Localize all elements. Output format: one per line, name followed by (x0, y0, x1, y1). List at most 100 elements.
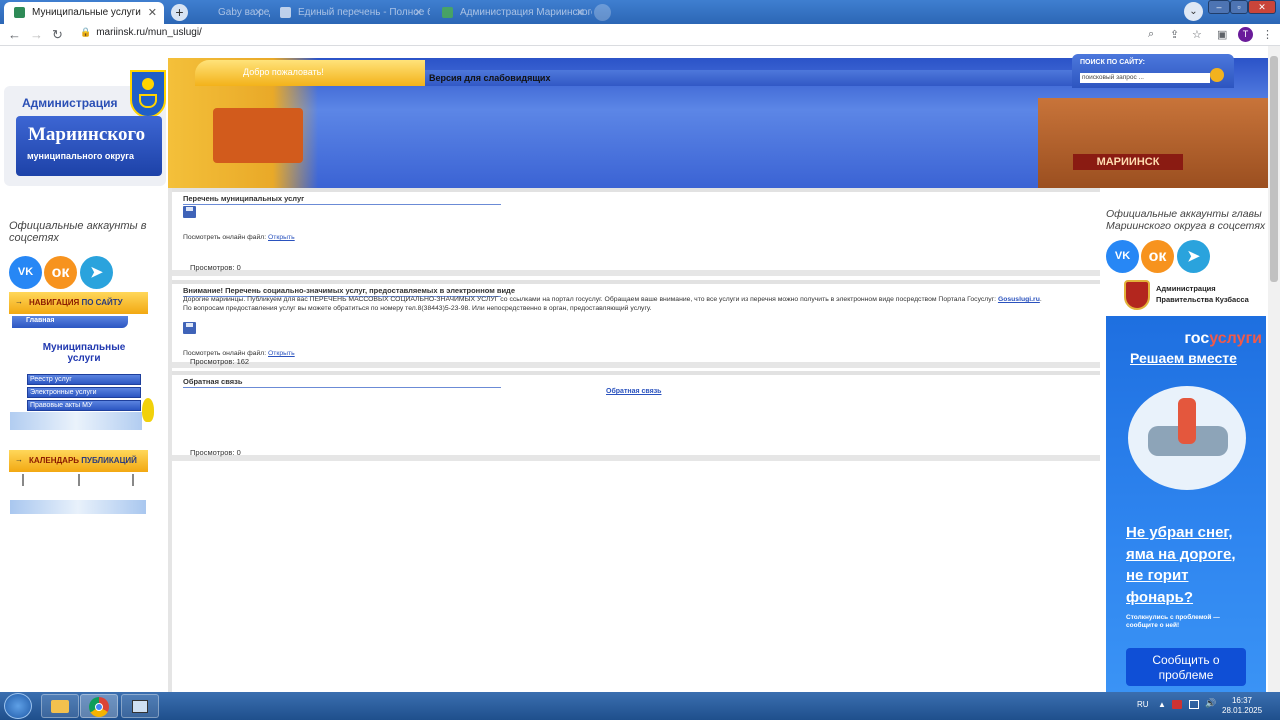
calendar-title-b: ПУБЛИКАЦИЙ (81, 456, 137, 465)
gosuslugi-banner[interactable]: госуслуги Решаем вместе Не убран снег, я… (1106, 316, 1266, 692)
close-icon[interactable]: ✕ (148, 6, 157, 19)
chevron-down-icon[interactable]: ⌄ (1184, 2, 1203, 21)
nav-header: → НАВИГАЦИЯ ПО САЙТУ (9, 292, 148, 314)
browser-toolbar: ← → ↻ 🔒 mariinsk.ru/mun_uslugi/ ⌕ ⇪ ☆ ▣ T… (0, 24, 1280, 46)
kuzbass-government-link[interactable]: Администрация Правительства Кузбасса (1106, 280, 1266, 312)
section-title: Муниципальные услуги (42, 342, 126, 364)
nav-item-legal-acts[interactable]: Правовые акты МУ (27, 400, 141, 411)
profile-avatar[interactable]: T (1238, 27, 1253, 42)
odnoklassniki-icon[interactable]: ок (44, 256, 77, 289)
gos-brand-a: гос (1184, 330, 1210, 347)
star-icon[interactable]: ☆ (1192, 28, 1202, 41)
vk-icon[interactable]: VK (9, 256, 42, 289)
report-problem-button[interactable]: Сообщить о проблеме (1126, 648, 1246, 686)
telegram-icon[interactable]: ➤ (1177, 240, 1210, 273)
close-icon[interactable]: ✕ (414, 6, 423, 19)
tray-flag-icon[interactable] (1172, 700, 1182, 709)
open-file-link[interactable]: Открыть (268, 234, 295, 241)
search-icon[interactable]: ⌕ (1148, 28, 1154, 41)
maximize-button[interactable]: ▫ (1230, 0, 1248, 14)
logo-line1: Администрация (22, 96, 118, 110)
share-icon[interactable]: ⇪ (1170, 28, 1179, 41)
nav-title-a: НАВИГАЦИЯ (29, 298, 80, 307)
system-clock[interactable]: 16:37 28.01.2025 (1222, 696, 1262, 716)
new-tab-button[interactable]: + (171, 4, 188, 21)
language-indicator[interactable]: RU (1137, 700, 1149, 709)
forward-icon[interactable]: → (30, 27, 43, 42)
menu-icon[interactable]: ⋮ (1262, 28, 1273, 41)
address-bar[interactable]: 🔒 mariinsk.ru/mun_uslugi/ (80, 27, 202, 38)
back-icon[interactable]: ← (8, 27, 21, 42)
site-logo[interactable]: Администрация Мариинского муниципального… (4, 70, 166, 186)
town-sign: МАРИИНСК (1073, 154, 1183, 170)
gov-line1: Администрация (1156, 284, 1216, 293)
close-icon[interactable]: ✕ (576, 6, 585, 19)
article-text: Дорогие мариинцы. Публикуем для вас ПЕРЕ… (183, 296, 1042, 312)
page-scrollbar[interactable] (1268, 46, 1280, 692)
accessibility-version-link[interactable]: Версия для слабовидящих (425, 70, 1075, 86)
search-input[interactable]: поисковый запрос ... (1080, 73, 1210, 83)
right-social-title: Официальные аккаунты главы Мариинского о… (1106, 208, 1266, 232)
coat-of-arms-icon (130, 70, 166, 118)
gos-brand: госуслуги (1106, 330, 1262, 348)
right-sidebar: Официальные аккаунты главы Мариинского о… (1102, 188, 1268, 692)
site-favicon-icon (14, 7, 25, 18)
start-button[interactable] (4, 693, 32, 719)
calendar-title-a: КАЛЕНДАРЬ (29, 456, 80, 465)
volume-icon[interactable]: 🔊 (1205, 698, 1216, 709)
side-panel-icon[interactable]: ▣ (1217, 28, 1227, 41)
logo-line3: муниципального округа (27, 151, 134, 161)
save-icon[interactable] (183, 322, 196, 334)
tab-title: Единый перечень - Полное бе... (298, 7, 430, 18)
chrome-icon[interactable] (80, 694, 118, 718)
nav-title-b: ПО САЙТУ (81, 298, 123, 307)
tab-title: Муниципальные услуги (32, 7, 141, 18)
close-window-button[interactable]: ✕ (1248, 0, 1276, 14)
gos-small-text: Столкнулись с проблемой — сообщите о ней… (1126, 614, 1220, 629)
left-sidebar: Официальные аккаунты в соцсетях VK ок ➤ … (0, 188, 168, 692)
app-icon[interactable] (121, 694, 159, 718)
scrollbar-thumb[interactable] (1270, 56, 1278, 282)
gos-question-line3: не горит (1126, 567, 1189, 584)
tab-3[interactable]: Единый перечень - Полное бе...✕ (270, 2, 430, 24)
search-label: ПОИСК ПО САЙТУ: (1080, 59, 1145, 66)
close-icon[interactable]: ✕ (254, 6, 263, 19)
new-tab-button-2[interactable] (594, 4, 611, 21)
nav-home[interactable]: Главная (12, 316, 128, 328)
view-count: Просмотров: 162 (190, 357, 250, 366)
feedback-link[interactable]: Обратная связь (606, 388, 662, 395)
tab-2[interactable]: Gaby ва редакто...✕ (190, 2, 270, 24)
vk-icon[interactable]: VK (1106, 240, 1139, 273)
file-explorer-icon[interactable] (41, 694, 79, 718)
search-button[interactable] (1210, 68, 1224, 82)
clock-date: 28.01.2025 (1222, 706, 1263, 715)
search-panel: ПОИСК ПО САЙТУ: поисковый запрос ... (1072, 54, 1234, 88)
snow-decoration (10, 412, 142, 430)
gosuslugi-link[interactable]: Gosuslugi.ru (998, 296, 1040, 303)
network-icon[interactable] (1189, 700, 1199, 709)
nav-item-e-services[interactable]: Электронные услуги (27, 387, 141, 398)
a11y-suffix: слабовидящих (483, 73, 551, 83)
gos-question-line1: Не убран снег, (1126, 524, 1233, 541)
article-title: Обратная связь (183, 377, 501, 388)
nav-item-registry[interactable]: Реестр услуг (27, 374, 141, 385)
telegram-icon[interactable]: ➤ (80, 256, 113, 289)
tray-arrow-icon[interactable]: ▲ (1158, 700, 1166, 709)
save-icon[interactable] (183, 206, 196, 218)
open-file-link[interactable]: Открыть (268, 350, 295, 357)
gos-slogan: Решаем вместе (1130, 350, 1237, 366)
tab-title: Администрация Мариинского... (460, 7, 592, 18)
calendar-widget[interactable] (10, 474, 148, 518)
web-page: Администрация Мариинского муниципального… (0, 46, 1268, 692)
combine-harvester-image (213, 108, 303, 163)
tab-municipal-services[interactable]: Муниципальные услуги ✕ (4, 2, 164, 24)
minimize-button[interactable]: – (1208, 0, 1230, 14)
page-icon (280, 7, 291, 18)
odnoklassniki-icon[interactable]: ок (1141, 240, 1174, 273)
snow-clearing-illustration (1128, 386, 1246, 490)
view-count: Просмотров: 0 (190, 448, 241, 457)
tab-4[interactable]: Администрация Мариинского... ✕ (432, 2, 592, 24)
gos-question-line2: яма на дороге, (1126, 545, 1236, 563)
reload-icon[interactable]: ↻ (52, 27, 63, 43)
arrow-icon: → (15, 297, 23, 306)
